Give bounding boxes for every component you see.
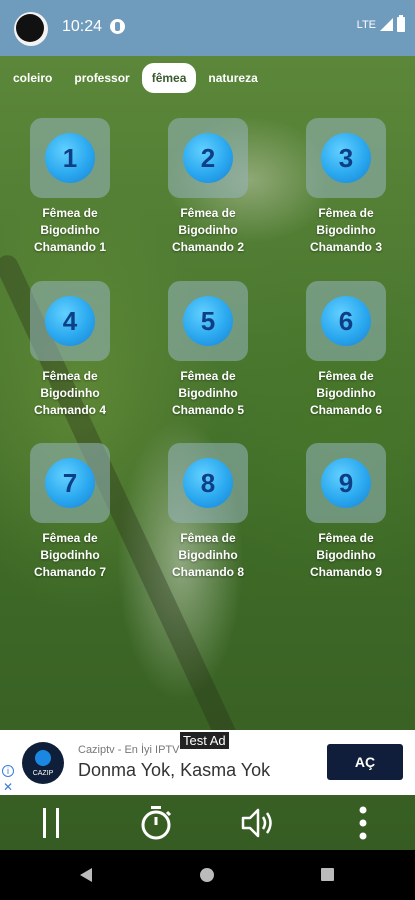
ad-title: Donma Yok, Kasma Yok [78,760,271,780]
sound-tile[interactable]: 2 [168,118,248,198]
sound-item[interactable]: 4 Fêmea de Bigodinho Chamando 4 [5,281,135,419]
number-badge: 9 [321,458,371,508]
status-indicators: LTE [356,15,405,32]
sound-label: Fêmea de Bigodinho Chamando 7 [33,531,106,579]
signal-icon [380,18,393,31]
tab-professor[interactable]: professor [64,63,139,93]
status-time: 10:24 [62,18,103,35]
tab-natureza[interactable]: natureza [198,63,267,93]
sound-item[interactable]: 9 Fêmea de Bigodinho Chamando 9 [281,443,411,581]
number-badge: 2 [183,133,233,183]
pause-icon[interactable] [32,803,72,843]
number-badge: 5 [183,296,233,346]
sound-label: Fêmea de Bigodinho Chamando 5 [171,369,244,417]
sound-item[interactable]: 1 Fêmea de Bigodinho Chamando 1 [5,118,135,256]
sound-label: Fêmea de Bigodinho Chamando 8 [171,531,244,579]
sound-label: Fêmea de Bigodinho Chamando 1 [33,206,106,254]
sound-tile[interactable]: 6 [306,281,386,361]
sound-item[interactable]: 5 Fêmea de Bigodinho Chamando 5 [143,281,273,419]
sound-item[interactable]: 6 Fêmea de Bigodinho Chamando 6 [281,281,411,419]
number-badge: 7 [45,458,95,508]
sound-tile[interactable]: 4 [30,281,110,361]
sound-label: Fêmea de Bigodinho Chamando 4 [33,369,106,417]
number-badge: 8 [183,458,233,508]
status-bar: 10:24 LTE [0,0,415,56]
player-controls [0,795,415,850]
sound-item[interactable]: 2 Fêmea de Bigodinho Chamando 2 [143,118,273,256]
sound-label: Fêmea de Bigodinho Chamando 9 [309,531,382,579]
ad-open-button[interactable]: AÇ [327,744,403,780]
home-icon[interactable] [200,868,214,882]
back-icon[interactable] [80,868,92,882]
more-vert-icon[interactable] [343,803,383,843]
sound-label: Fêmea de Bigodinho Chamando 6 [309,369,382,417]
sound-label: Fêmea de Bigodinho Chamando 3 [309,206,382,254]
app-notification-icon [110,19,125,34]
ad-subtitle: Cazіptv - En İyi IPTV [78,744,180,756]
sound-tile[interactable]: 5 [168,281,248,361]
sound-tile[interactable]: 1 [30,118,110,198]
avatar-icon [14,12,48,46]
sound-item[interactable]: 3 Fêmea de Bigodinho Chamando 3 [281,118,411,256]
sound-tile[interactable]: 9 [306,443,386,523]
number-badge: 6 [321,296,371,346]
ad-logo: CAZIP [22,742,64,784]
sound-tile[interactable]: 7 [30,443,110,523]
tab-femea[interactable]: fêmea [141,63,197,93]
test-ad-label: Test Ad [180,732,229,749]
ad-info-icon[interactable]: i [2,765,14,777]
battery-icon [397,15,405,32]
network-type: LTE [356,18,376,31]
number-badge: 1 [45,133,95,183]
sound-item[interactable]: 8 Fêmea de Bigodinho Chamando 8 [143,443,273,581]
number-badge: 4 [45,296,95,346]
system-nav-bar [0,850,415,900]
sound-tile[interactable]: 3 [306,118,386,198]
volume-icon[interactable] [239,803,279,843]
ad-close-icon[interactable]: ✕ [3,780,13,794]
category-tabs: coleiro professor fêmea natureza [0,62,415,94]
recents-icon[interactable] [321,868,334,881]
sound-tile[interactable]: 8 [168,443,248,523]
number-badge: 3 [321,133,371,183]
sound-item[interactable]: 7 Fêmea de Bigodinho Chamando 7 [5,443,135,581]
sound-label: Fêmea de Bigodinho Chamando 2 [171,206,244,254]
timer-icon[interactable] [136,803,176,843]
tab-coleiro[interactable]: coleiro [3,63,62,93]
